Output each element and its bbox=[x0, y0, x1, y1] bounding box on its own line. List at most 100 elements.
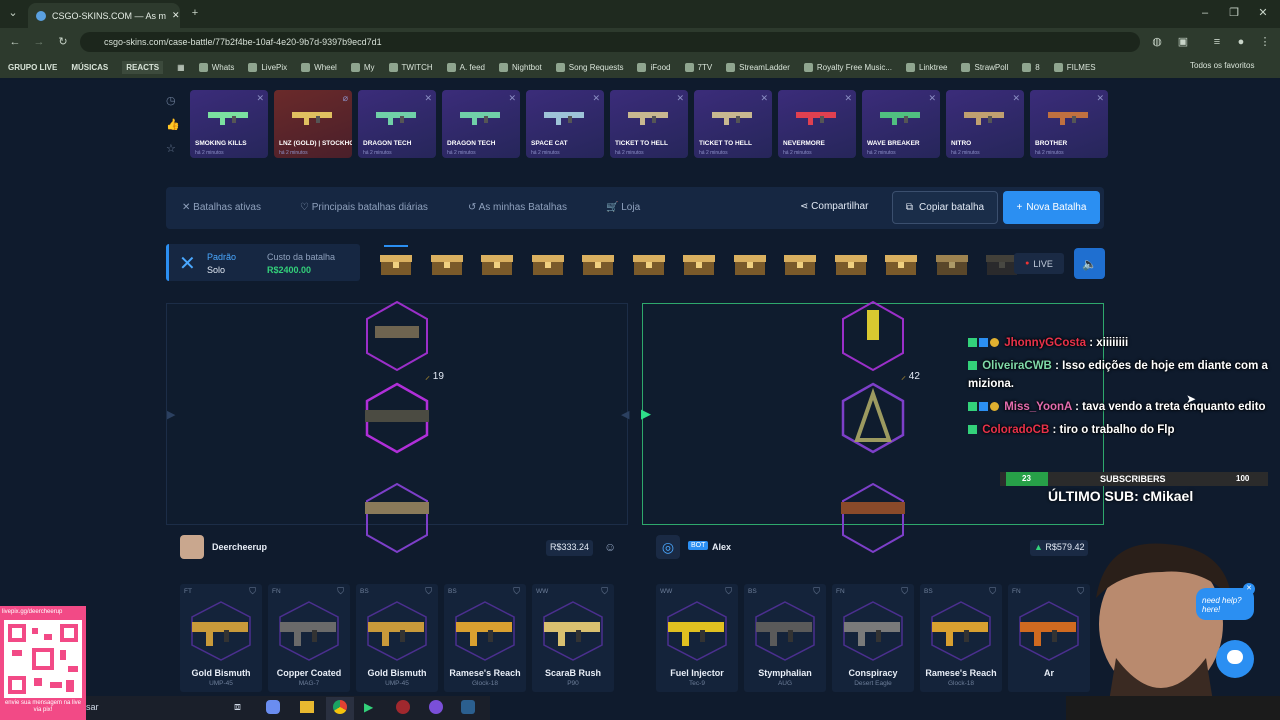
apps-grid-icon[interactable]: ▦ bbox=[177, 63, 185, 72]
bookmark-item[interactable]: Royalty Free Music... bbox=[803, 62, 892, 72]
nav-shop[interactable]: 🛒 Loja bbox=[606, 202, 640, 213]
tab-search-icon[interactable]: ≡ bbox=[1210, 35, 1224, 49]
nav-my-battles[interactable]: ↺ As minhas Batalhas bbox=[468, 202, 567, 213]
drop-menu-icon[interactable]: ✕ bbox=[1012, 93, 1020, 104]
back-icon[interactable]: ← bbox=[8, 35, 22, 49]
extension-icon[interactable]: ◍ bbox=[1150, 35, 1164, 49]
won-item-card[interactable]: WW ⛉ Fuel Injector Tec-9 bbox=[656, 584, 738, 692]
shield-icon[interactable]: ⛉ bbox=[901, 586, 908, 597]
case-icon[interactable] bbox=[934, 250, 970, 278]
restore-icon[interactable]: ❐ bbox=[1227, 6, 1241, 20]
shield-icon[interactable]: ⛉ bbox=[513, 586, 520, 597]
drop-menu-icon[interactable]: ✕ bbox=[592, 93, 600, 104]
thumbs-up-icon[interactable]: 👍 bbox=[166, 118, 180, 131]
shield-icon[interactable]: ⛉ bbox=[989, 586, 996, 597]
drop-menu-icon[interactable]: ✕ bbox=[508, 93, 516, 104]
bookmark-item[interactable]: GRUPO LIVE bbox=[8, 63, 57, 72]
bookmark-item[interactable]: Song Requests bbox=[555, 62, 623, 72]
drop-menu-icon[interactable]: ✕ bbox=[1096, 93, 1104, 104]
drop-menu-icon[interactable]: ✕ bbox=[256, 93, 264, 104]
case-icon[interactable] bbox=[681, 250, 717, 278]
shield-icon[interactable]: ⛉ bbox=[813, 586, 820, 597]
drop-menu-icon[interactable]: ✕ bbox=[928, 93, 936, 104]
profile-avatar-icon[interactable]: ● bbox=[1234, 35, 1248, 49]
won-item-card[interactable]: BS ⛉ Ramese's Reach Glock-18 bbox=[444, 584, 526, 692]
case-icon[interactable] bbox=[833, 250, 869, 278]
reload-icon[interactable]: ↻ bbox=[56, 35, 70, 49]
case-icon[interactable] bbox=[883, 250, 919, 278]
drop-menu-icon[interactable]: ✕ bbox=[844, 93, 852, 104]
new-tab-icon[interactable]: + bbox=[188, 6, 202, 20]
case-icon[interactable] bbox=[479, 250, 515, 278]
copilot-icon[interactable] bbox=[266, 700, 280, 714]
shield-icon[interactable]: ⛉ bbox=[725, 586, 732, 597]
bookmark-item[interactable]: 8 bbox=[1022, 62, 1040, 72]
won-item-card[interactable]: WW ⛉ ScaraB Rush P90 bbox=[532, 584, 614, 692]
won-item-card[interactable]: BS ⛉ Ramese's Reach Glock-18 bbox=[920, 584, 1002, 692]
app-red-icon[interactable] bbox=[396, 700, 410, 714]
volume-button[interactable]: 🔈 bbox=[1074, 248, 1105, 279]
drop-card[interactable]: ✕ WAVE BREAKER há 2 minutos bbox=[862, 90, 940, 158]
bookmark-item[interactable]: StreamLadder bbox=[726, 62, 790, 72]
bookmark-item[interactable]: REACTS bbox=[122, 60, 164, 74]
close-window-icon[interactable]: ✕ bbox=[1256, 6, 1270, 20]
support-chat-button[interactable] bbox=[1216, 640, 1254, 678]
bookmark-item[interactable]: Linktree bbox=[906, 62, 947, 72]
extensions-puzzle-icon[interactable]: ▣ bbox=[1176, 35, 1190, 49]
shield-icon[interactable]: ⛉ bbox=[337, 586, 344, 597]
forward-icon[interactable]: → bbox=[32, 35, 46, 49]
app-green-icon[interactable]: ▶ bbox=[364, 700, 373, 714]
shield-icon[interactable]: ⛉ bbox=[249, 586, 256, 597]
url-field[interactable]: csgo-skins.com/case-battle/77b2f4be-10af… bbox=[80, 32, 1140, 52]
drop-menu-icon[interactable]: ⌀ bbox=[343, 93, 348, 104]
drop-card[interactable]: ✕ NITRO há 2 minutos bbox=[946, 90, 1024, 158]
nav-active-battles[interactable]: ✕ Batalhas ativas bbox=[182, 202, 261, 213]
bookmark-item[interactable]: My bbox=[350, 62, 375, 72]
case-icon[interactable] bbox=[631, 250, 667, 278]
case-icon[interactable] bbox=[732, 250, 768, 278]
case-icon[interactable] bbox=[580, 250, 616, 278]
minimize-icon[interactable]: – bbox=[1198, 6, 1212, 20]
tab-list-icon[interactable]: ⌄ bbox=[6, 6, 20, 20]
case-icon[interactable] bbox=[378, 250, 414, 278]
emoji-icon[interactable]: ☺ bbox=[604, 540, 616, 554]
copy-battle-button[interactable]: ⧉ Copiar batalha bbox=[892, 191, 998, 224]
new-battle-button[interactable]: + Nova Batalha bbox=[1003, 191, 1100, 224]
shield-icon[interactable]: ⛉ bbox=[601, 586, 608, 597]
task-view-icon[interactable]: ⧈ bbox=[234, 701, 241, 714]
all-bookmarks-link[interactable]: Todos os favoritos bbox=[1190, 61, 1254, 70]
star-icon[interactable]: ☆ bbox=[166, 142, 176, 155]
file-explorer-icon[interactable] bbox=[300, 701, 314, 713]
tab-close-icon[interactable]: ✕ bbox=[172, 10, 180, 21]
drop-card[interactable]: ✕ DRAGON TECH há 2 minutos bbox=[442, 90, 520, 158]
bookmark-item[interactable]: iFood bbox=[637, 62, 671, 72]
bookmark-item[interactable]: MÚSICAS bbox=[71, 63, 108, 72]
bookmark-item[interactable]: LivePix bbox=[248, 62, 287, 72]
live-indicator[interactable]: ● LIVE bbox=[1014, 253, 1064, 274]
won-item-card[interactable]: BS ⛉ Stymphalian AUG bbox=[744, 584, 826, 692]
drop-card[interactable]: ✕ TICKET TO HELL há 2 minutos bbox=[694, 90, 772, 158]
nav-top-daily[interactable]: ♡ Principais batalhas diárias bbox=[300, 202, 428, 213]
share-button[interactable]: ⋖ Compartilhar bbox=[800, 201, 868, 212]
case-icon[interactable] bbox=[530, 250, 566, 278]
drop-menu-icon[interactable]: ✕ bbox=[424, 93, 432, 104]
bookmark-item[interactable]: A. feed bbox=[446, 62, 485, 72]
menu-icon[interactable]: ⋮ bbox=[1258, 35, 1272, 49]
discord-icon[interactable] bbox=[429, 700, 443, 714]
drop-menu-icon[interactable]: ✕ bbox=[760, 93, 768, 104]
bookmark-item[interactable]: 7TV bbox=[684, 62, 712, 72]
case-icon[interactable] bbox=[782, 250, 818, 278]
qr-code-icon[interactable] bbox=[4, 620, 82, 698]
drop-card[interactable]: ✕ BROTHER há 2 minutos bbox=[1030, 90, 1108, 158]
won-item-card[interactable]: FT ⛉ Gold Bismuth UMP-45 bbox=[180, 584, 262, 692]
bookmark-item[interactable]: FILMES bbox=[1053, 62, 1096, 72]
taskbar-search[interactable]: sar bbox=[86, 702, 99, 712]
bookmark-item[interactable]: Nightbot bbox=[498, 62, 542, 72]
bookmark-item[interactable]: StrawPoll bbox=[961, 62, 1008, 72]
won-item-card[interactable]: FN ⛉ Copper Coated MAG-7 bbox=[268, 584, 350, 692]
browser-tab[interactable]: CSGO-SKINS.COM — As m ✕ bbox=[28, 3, 180, 28]
shield-icon[interactable]: ⛉ bbox=[425, 586, 432, 597]
steam-icon[interactable] bbox=[461, 700, 475, 714]
drop-card[interactable]: ⌀ LNZ (GOLD) | STOCKHOLM 2021 há 2 minutos bbox=[274, 90, 352, 158]
bookmark-item[interactable]: TWITCH bbox=[388, 62, 433, 72]
